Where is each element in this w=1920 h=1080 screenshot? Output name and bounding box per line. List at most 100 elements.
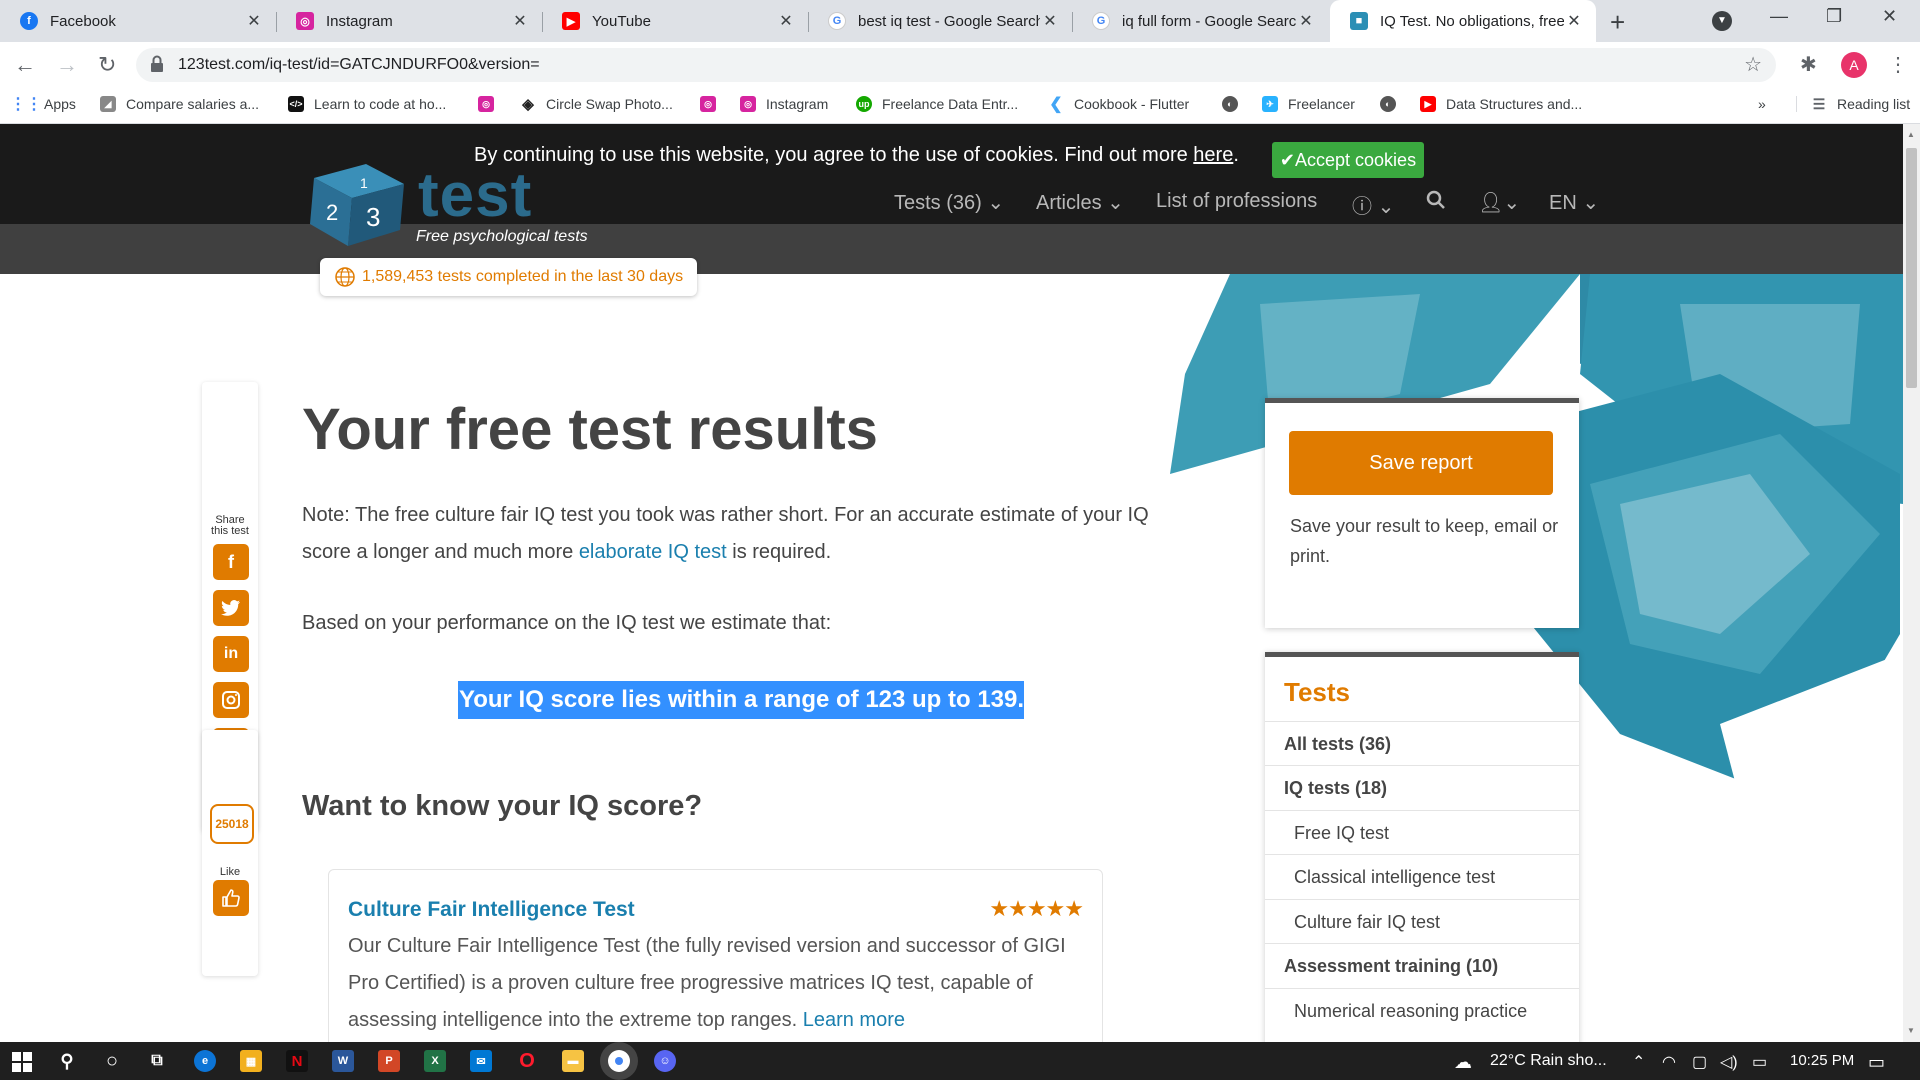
- tab-google-search-1[interactable]: G best iq test - Google Search ✕: [808, 0, 1072, 42]
- battery-icon[interactable]: ▭: [1752, 1052, 1767, 1072]
- share-facebook-button[interactable]: f: [213, 544, 249, 580]
- iq-score-result: Your IQ score lies within a range of 123…: [458, 681, 1025, 719]
- bookmark-globe-2[interactable]: ◐: [1380, 96, 1406, 112]
- tests-item-all[interactable]: All tests (36): [1265, 721, 1579, 765]
- close-tab-icon[interactable]: ✕: [776, 11, 796, 31]
- chrome-icon[interactable]: [608, 1050, 630, 1072]
- tab-search-icon[interactable]: ▼: [1712, 11, 1732, 31]
- bookmark-instagram-3[interactable]: ◎ Instagram: [740, 96, 828, 112]
- tests-item-numerical[interactable]: Numerical reasoning practice: [1265, 988, 1579, 1032]
- windows-start-icon[interactable]: [12, 1052, 32, 1072]
- extensions-icon[interactable]: ✱: [1800, 52, 1817, 77]
- apps-grid-icon: ⋮⋮: [10, 96, 42, 113]
- bookmark-globe-1[interactable]: ◐: [1222, 96, 1248, 112]
- bookmark-freelance-data[interactable]: up Freelance Data Entr...: [856, 96, 1018, 112]
- tests-item-iq[interactable]: IQ tests (18): [1265, 765, 1579, 809]
- reading-list[interactable]: ☰ Reading list: [1796, 96, 1910, 112]
- nav-professions[interactable]: List of professions: [1156, 190, 1317, 213]
- globe-icon: [335, 267, 355, 287]
- back-icon[interactable]: ←: [14, 52, 36, 78]
- netflix-icon[interactable]: N: [286, 1050, 308, 1072]
- wifi-icon[interactable]: ◠: [1662, 1052, 1676, 1072]
- nav-language[interactable]: EN ⌄: [1549, 190, 1599, 215]
- share-linkedin-button[interactable]: in: [213, 636, 249, 672]
- accept-cookies-button[interactable]: ✔Accept cookies: [1272, 142, 1424, 178]
- tab-instagram[interactable]: ◎ Instagram ✕: [276, 0, 542, 42]
- close-tab-icon[interactable]: ✕: [510, 11, 530, 31]
- reload-icon[interactable]: ↻: [98, 52, 116, 78]
- tests-item-free-iq[interactable]: Free IQ test: [1265, 810, 1579, 854]
- close-tab-icon[interactable]: ✕: [1564, 11, 1584, 31]
- page-scrollbar[interactable]: ▲ ▼: [1903, 124, 1920, 1042]
- menu-kebab-icon[interactable]: ⋮: [1888, 52, 1908, 77]
- tests-item-assessment[interactable]: Assessment training (10): [1265, 943, 1579, 987]
- cookie-here-link[interactable]: here: [1193, 144, 1233, 166]
- bookmark-cookbook-flutter[interactable]: ❮ Cookbook - Flutter: [1048, 96, 1189, 113]
- tab-google-search-2[interactable]: G iq full form - Google Search ✕: [1072, 0, 1328, 42]
- weather-text[interactable]: 22°C Rain sho...: [1490, 1052, 1607, 1070]
- search-icon[interactable]: ⚲: [56, 1050, 78, 1072]
- learn-more-link[interactable]: Learn more: [803, 1009, 905, 1031]
- excel-icon[interactable]: X: [424, 1050, 446, 1072]
- nav-account[interactable]: 👤︎⌄: [1478, 190, 1520, 215]
- powerpoint-icon[interactable]: P: [378, 1050, 400, 1072]
- like-button[interactable]: [213, 880, 249, 916]
- address-bar[interactable]: 123test.com/iq-test/id=GATCJNDURFO0&vers…: [136, 48, 1776, 82]
- share-twitter-button[interactable]: [213, 590, 249, 626]
- bookmark-learn-to-code[interactable]: </> Learn to code at ho...: [288, 96, 446, 112]
- save-report-button[interactable]: Save report: [1289, 431, 1553, 495]
- bookmark-label: Freelance Data Entr...: [882, 96, 1019, 112]
- scrollbar-thumb[interactable]: [1906, 148, 1917, 388]
- close-window-icon[interactable]: ✕: [1882, 6, 1897, 27]
- more-bookmarks[interactable]: »: [1758, 96, 1766, 112]
- nav-info[interactable]: ⓘ ⌄: [1352, 190, 1394, 219]
- mail-icon[interactable]: ✉: [470, 1050, 492, 1072]
- nav-articles[interactable]: Articles ⌄: [1036, 190, 1124, 215]
- forward-icon[interactable]: →: [56, 52, 78, 78]
- bookmark-star-icon[interactable]: ☆: [1744, 52, 1762, 77]
- bookmark-circle-swap[interactable]: ◈ Circle Swap Photo...: [520, 96, 673, 113]
- elaborate-iq-test-link[interactable]: elaborate IQ test: [579, 541, 727, 563]
- bookmark-apps[interactable]: ⋮⋮ Apps: [10, 96, 76, 113]
- culture-fair-test-title-link[interactable]: Culture Fair Intelligence Test: [348, 898, 635, 922]
- bookmark-compare-salaries[interactable]: ◢ Compare salaries a...: [100, 96, 259, 112]
- share-instagram-button[interactable]: [213, 682, 249, 718]
- close-tab-icon[interactable]: ✕: [1040, 11, 1060, 31]
- store-icon[interactable]: ▦: [240, 1050, 262, 1072]
- close-tab-icon[interactable]: ✕: [1296, 11, 1316, 31]
- site-logo-text[interactable]: test: [418, 160, 532, 231]
- tests-item-classical[interactable]: Classical intelligence test: [1265, 854, 1579, 898]
- cortana-icon[interactable]: ○: [101, 1050, 123, 1072]
- bookmark-data-structures[interactable]: ▶ Data Structures and...: [1420, 96, 1582, 112]
- notifications-icon[interactable]: ▭: [1868, 1052, 1885, 1073]
- tab-iq-test-active[interactable]: ■ IQ Test. No obligations, free ✕: [1330, 0, 1596, 42]
- restore-icon[interactable]: ❐: [1826, 6, 1842, 27]
- new-tab-icon[interactable]: +: [1610, 7, 1625, 38]
- tab-youtube[interactable]: ▶ YouTube ✕: [542, 0, 808, 42]
- bookmark-freelancer[interactable]: ✈ Freelancer: [1262, 96, 1355, 112]
- minimize-icon[interactable]: —: [1770, 6, 1788, 27]
- volume-icon[interactable]: ◁): [1720, 1052, 1738, 1072]
- thumbs-up-icon: [222, 889, 240, 907]
- battery-saver-icon[interactable]: ▢: [1692, 1052, 1707, 1072]
- tests-item-culture-fair[interactable]: Culture fair IQ test: [1265, 899, 1579, 943]
- file-explorer-icon[interactable]: ▬: [562, 1050, 584, 1072]
- scroll-down-arrow-icon[interactable]: ▼: [1907, 1026, 1915, 1035]
- scroll-up-arrow-icon[interactable]: ▲: [1907, 130, 1915, 139]
- tab-facebook[interactable]: f Facebook ✕: [0, 0, 276, 42]
- bookmark-instagram-2[interactable]: ◎: [700, 96, 726, 112]
- nav-tests[interactable]: Tests (36) ⌄: [894, 190, 1004, 215]
- bookmark-instagram-1[interactable]: ◎: [478, 96, 504, 112]
- word-icon[interactable]: W: [332, 1050, 354, 1072]
- opera-icon[interactable]: O: [516, 1050, 538, 1072]
- youtube-icon: ▶: [562, 12, 580, 30]
- close-tab-icon[interactable]: ✕: [244, 11, 264, 31]
- discord-icon[interactable]: ☺: [654, 1050, 676, 1072]
- profile-avatar[interactable]: A: [1841, 52, 1867, 78]
- nav-search[interactable]: [1426, 190, 1446, 216]
- tray-chevron-icon[interactable]: ⌃: [1632, 1052, 1645, 1072]
- task-view-icon[interactable]: ⧉: [146, 1050, 168, 1072]
- clock-time[interactable]: 10:25 PM: [1790, 1052, 1854, 1069]
- culture-fair-test-card[interactable]: Culture Fair Intelligence Test ★★★★★ Our…: [328, 869, 1103, 1042]
- edge-icon[interactable]: e: [194, 1050, 216, 1072]
